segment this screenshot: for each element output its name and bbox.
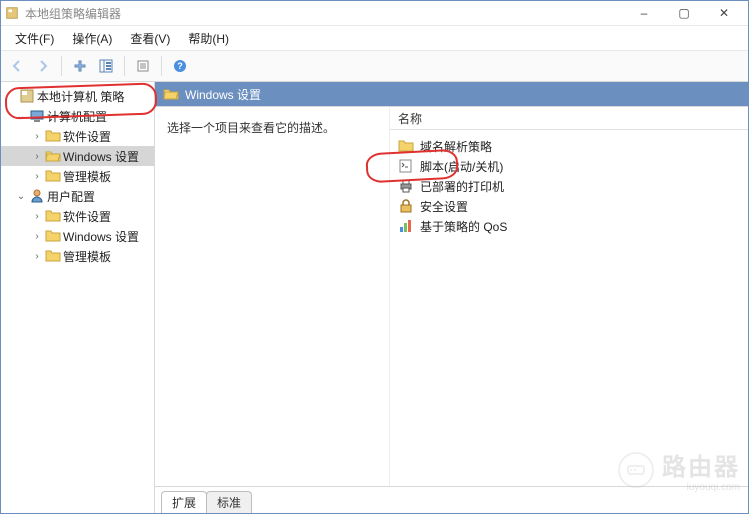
- tree-computer-admin[interactable]: › 管理模板: [1, 166, 154, 186]
- svg-text:?: ?: [177, 61, 183, 71]
- tabs: 扩展 标准: [155, 486, 748, 513]
- list-item-printers[interactable]: 已部署的打印机: [394, 176, 744, 196]
- tree-label: 管理模板: [63, 168, 111, 185]
- tree-label: 管理模板: [63, 248, 111, 265]
- chevron-down-icon[interactable]: ⌄: [15, 191, 27, 202]
- folder-open-icon: [163, 86, 179, 102]
- app-icon: [5, 6, 19, 20]
- chevron-down-icon[interactable]: ⌄: [15, 111, 27, 122]
- tree-user-windows[interactable]: › Windows 设置: [1, 226, 154, 246]
- tree-label: Windows 设置: [63, 228, 139, 245]
- help-button[interactable]: ?: [168, 54, 192, 78]
- menu-file[interactable]: 文件(F): [7, 28, 62, 49]
- description-text: 选择一个项目来查看它的描述。: [167, 119, 377, 136]
- tree-user-software[interactable]: › 软件设置: [1, 206, 154, 226]
- properties-button[interactable]: [131, 54, 155, 78]
- list-item-label: 域名解析策略: [420, 138, 492, 155]
- tree-label: Windows 设置: [63, 148, 139, 165]
- list-item-label: 基于策略的 QoS: [420, 218, 507, 235]
- show-hide-tree-button[interactable]: [94, 54, 118, 78]
- chevron-right-icon[interactable]: ›: [31, 151, 43, 162]
- content-body: 本地计算机 策略 ⌄ 计算机配置 › 软件设置 › Windows 设置 ›: [1, 82, 748, 513]
- list-item-security[interactable]: 安全设置: [394, 196, 744, 216]
- list-item-label: 脚本(启动/关机): [420, 158, 503, 175]
- chevron-right-icon[interactable]: ›: [31, 131, 43, 142]
- folder-icon: [398, 138, 414, 154]
- computer-icon: [29, 108, 45, 124]
- folder-icon: [45, 208, 61, 224]
- lock-icon: [398, 198, 414, 214]
- policy-icon: [19, 88, 35, 104]
- minimize-button[interactable]: –: [624, 2, 664, 24]
- content-header-title: Windows 设置: [185, 86, 261, 103]
- description-pane: 选择一个项目来查看它的描述。: [155, 107, 390, 486]
- list-item-scripts[interactable]: 脚本(启动/关机): [394, 156, 744, 176]
- tree-pane[interactable]: 本地计算机 策略 ⌄ 计算机配置 › 软件设置 › Windows 设置 ›: [1, 82, 155, 513]
- maximize-button[interactable]: ▢: [664, 2, 704, 24]
- tree-label: 软件设置: [63, 128, 111, 145]
- up-level-button[interactable]: [68, 54, 92, 78]
- main-pane: Windows 设置 选择一个项目来查看它的描述。 名称 域名解析策略: [155, 82, 748, 513]
- tree-computer-config[interactable]: ⌄ 计算机配置: [1, 106, 154, 126]
- tree-root-label: 本地计算机 策略: [37, 88, 124, 105]
- folder-open-icon: [45, 148, 61, 164]
- tab-extended[interactable]: 扩展: [161, 491, 207, 513]
- titlebar: 本地组策略编辑器 – ▢ ✕: [1, 1, 748, 26]
- chevron-right-icon[interactable]: ›: [31, 171, 43, 182]
- menu-view[interactable]: 查看(V): [122, 28, 178, 49]
- chevron-right-icon[interactable]: ›: [31, 231, 43, 242]
- list-item-qos[interactable]: 基于策略的 QoS: [394, 216, 744, 236]
- script-icon: [398, 158, 414, 174]
- tree-computer-software[interactable]: › 软件设置: [1, 126, 154, 146]
- close-button[interactable]: ✕: [704, 2, 744, 24]
- toolbar-separator: [161, 56, 162, 76]
- content-header: Windows 设置: [155, 82, 748, 106]
- list-item-label: 安全设置: [420, 198, 468, 215]
- forward-button[interactable]: [31, 54, 55, 78]
- tree-user-admin[interactable]: › 管理模板: [1, 246, 154, 266]
- chevron-right-icon[interactable]: ›: [31, 251, 43, 262]
- folder-icon: [45, 248, 61, 264]
- tree-user-config[interactable]: ⌄ 用户配置: [1, 186, 154, 206]
- tree-label: 计算机配置: [47, 108, 107, 125]
- list-pane: 名称 域名解析策略 脚本(启动/关机) 已部署的打印: [390, 107, 748, 486]
- column-header-name[interactable]: 名称: [390, 107, 748, 130]
- chevron-right-icon[interactable]: ›: [31, 211, 43, 222]
- tree-label: 用户配置: [47, 188, 95, 205]
- menubar: 文件(F) 操作(A) 查看(V) 帮助(H): [1, 26, 748, 51]
- folder-icon: [45, 228, 61, 244]
- tree-label: 软件设置: [63, 208, 111, 225]
- back-button[interactable]: [5, 54, 29, 78]
- list-item-dns-policy[interactable]: 域名解析策略: [394, 136, 744, 156]
- toolbar-separator: [61, 56, 62, 76]
- tree-computer-windows[interactable]: › Windows 设置: [1, 146, 154, 166]
- user-icon: [29, 188, 45, 204]
- folder-icon: [45, 168, 61, 184]
- tab-standard[interactable]: 标准: [206, 491, 252, 513]
- folder-icon: [45, 128, 61, 144]
- toolbar: ?: [1, 51, 748, 82]
- menu-help[interactable]: 帮助(H): [180, 28, 237, 49]
- window-title: 本地组策略编辑器: [25, 5, 624, 22]
- chart-icon: [398, 218, 414, 234]
- menu-action[interactable]: 操作(A): [64, 28, 120, 49]
- tree-root[interactable]: 本地计算机 策略: [1, 86, 154, 106]
- printer-icon: [398, 178, 414, 194]
- list-item-label: 已部署的打印机: [420, 178, 504, 195]
- toolbar-separator: [124, 56, 125, 76]
